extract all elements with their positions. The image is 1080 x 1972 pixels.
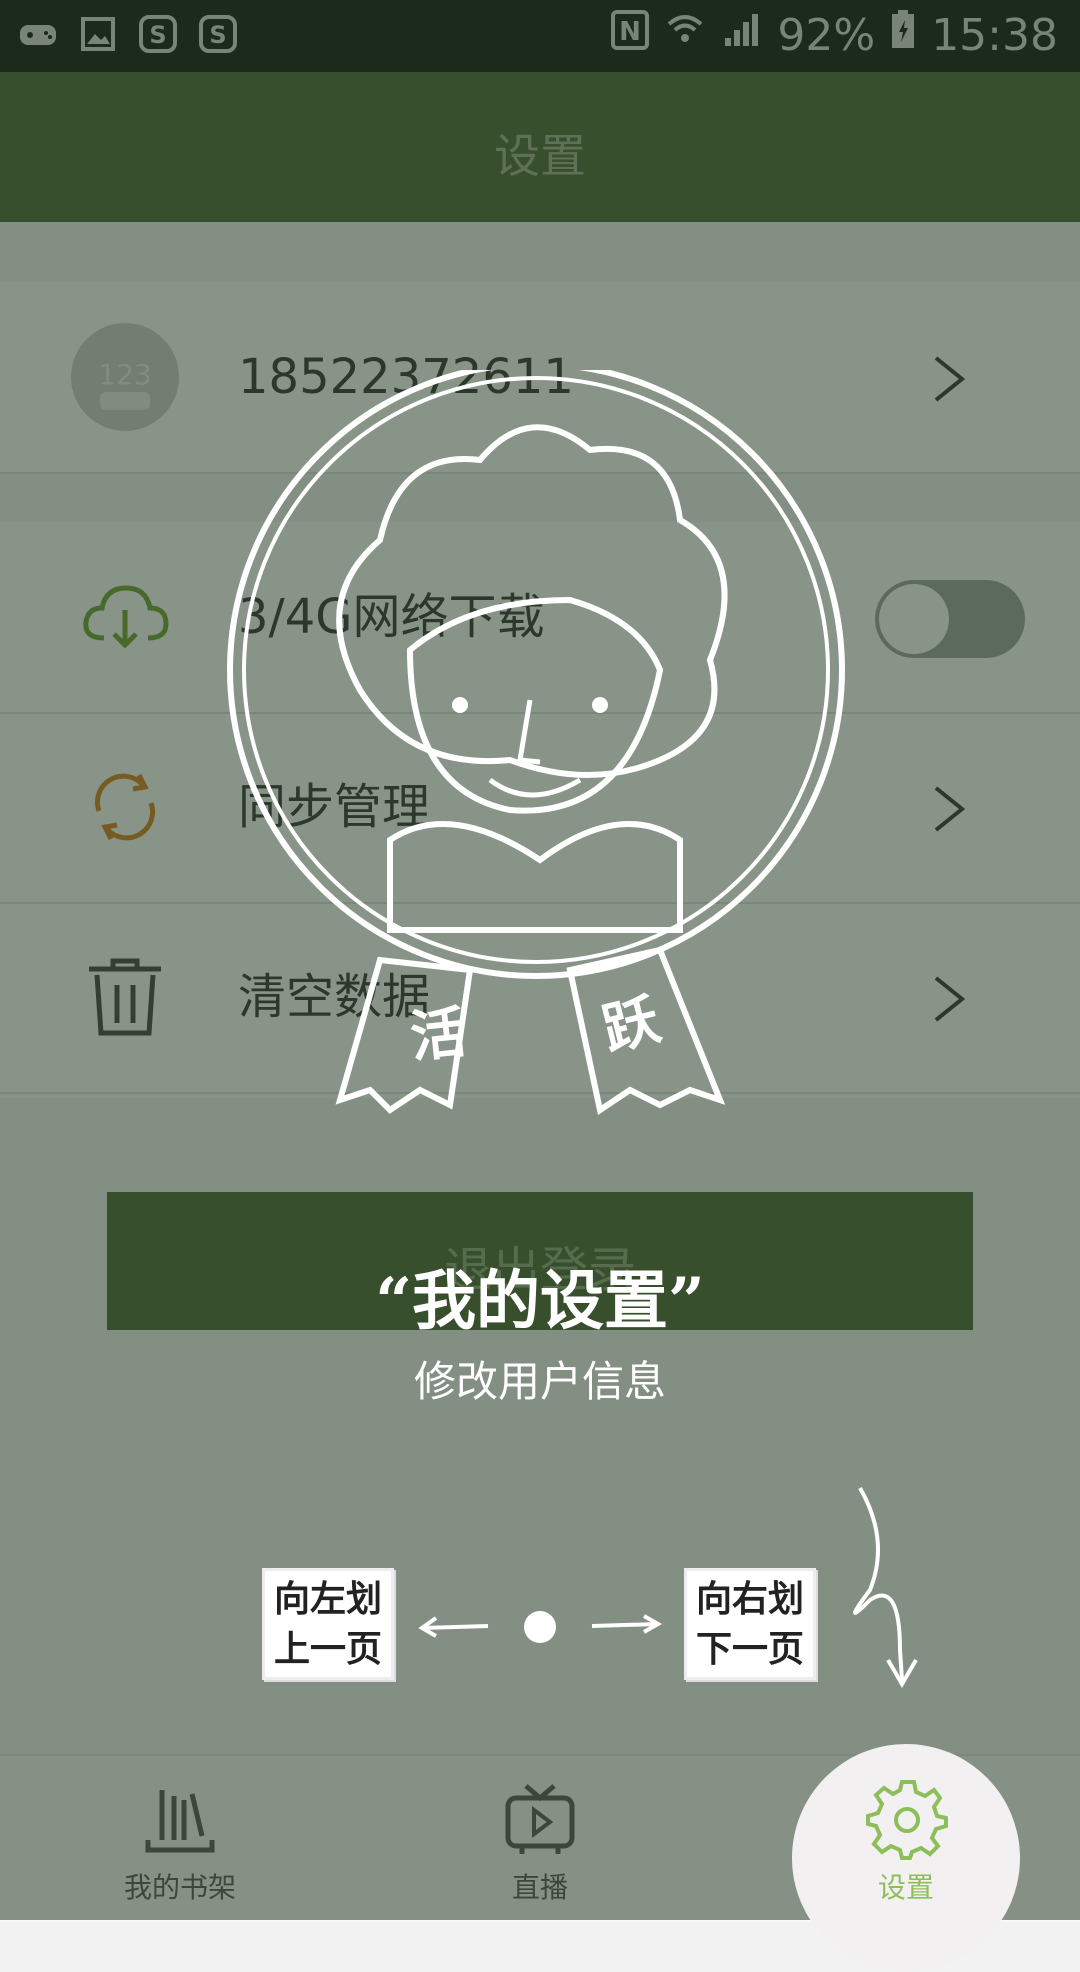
badge-text-left: 活 [407,1000,470,1071]
curly-arrow [853,1487,918,1688]
coach-subtitle: 修改用户信息 [413,1357,666,1406]
active-badge-illustration [227,370,845,1115]
swipe-right-line2: 下一页 [695,1629,804,1670]
swipe-left-line1: 向左划 [273,1579,382,1620]
swipe-left-line2: 上一页 [273,1629,382,1670]
coach-title: “我的设置” [375,1264,705,1339]
swipe-right-hint: 向右划 下一页 [684,1568,816,1680]
coach-layer: 活 跃 “我的设置” 修改用户信息 向左划 上一页 向右划 下一页 [0,0,1080,1920]
swipe-left-hint: 向左划 上一页 [262,1568,394,1680]
swipe-arrows [418,1611,663,1643]
swipe-right-line1: 向右划 [695,1579,804,1620]
